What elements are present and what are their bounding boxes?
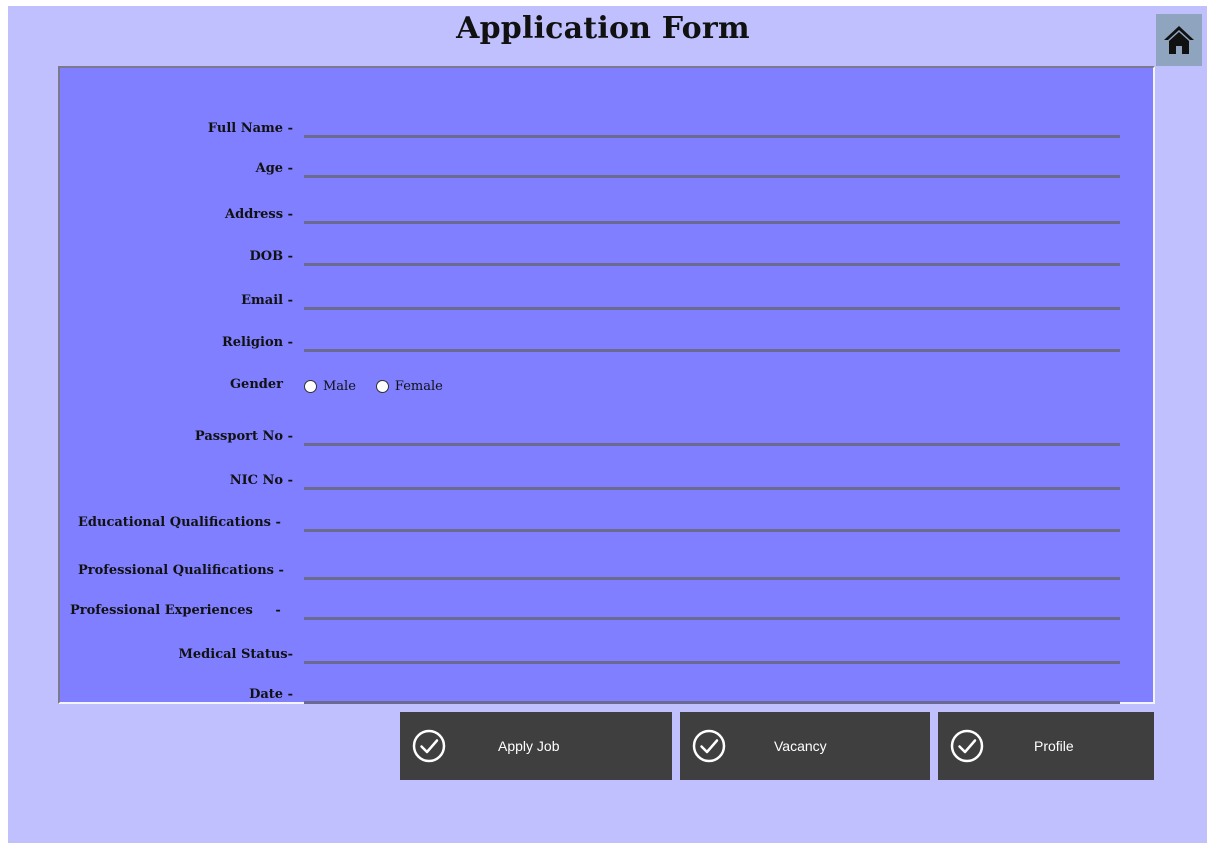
page-title: Application Form bbox=[456, 11, 750, 46]
row-educational-qualifications: Educational Qualifications - bbox=[60, 508, 1157, 532]
home-button[interactable] bbox=[1156, 14, 1202, 66]
age-field[interactable] bbox=[304, 158, 1120, 178]
passport-no-label: Passport No - bbox=[194, 429, 293, 444]
home-icon bbox=[1164, 26, 1194, 54]
educational-qualifications-field[interactable] bbox=[304, 512, 1120, 532]
gender-male-option[interactable]: Male bbox=[304, 379, 356, 394]
full-name-field[interactable] bbox=[304, 118, 1120, 138]
address-field[interactable] bbox=[304, 204, 1120, 224]
date-field[interactable] bbox=[304, 684, 1120, 704]
medical-status-label: Medical Status- bbox=[178, 647, 293, 662]
female-label: Female bbox=[394, 379, 443, 394]
email-label: Email - bbox=[241, 293, 293, 308]
nic-no-field[interactable] bbox=[304, 470, 1120, 490]
professional-qualifications-label: Professional Qualifications - bbox=[78, 563, 284, 578]
gender-radio-group: Male Female bbox=[304, 379, 443, 394]
address-label: Address - bbox=[225, 207, 293, 222]
row-address: Address - bbox=[60, 200, 1157, 224]
form-panel: Full Name - Age - Address - DOB - Email … bbox=[58, 66, 1155, 704]
check-circle-icon bbox=[950, 729, 984, 763]
apply-job-button[interactable]: Apply Job bbox=[400, 712, 672, 780]
medical-status-field[interactable] bbox=[304, 644, 1120, 664]
female-radio[interactable] bbox=[375, 380, 389, 393]
row-religion: Religion - bbox=[60, 328, 1157, 352]
date-label: Date - bbox=[249, 687, 293, 702]
passport-no-field[interactable] bbox=[304, 426, 1120, 446]
educational-qualifications-label: Educational Qualifications - bbox=[78, 515, 281, 530]
row-nic-no: NIC No - bbox=[60, 466, 1157, 490]
vacancy-label: Vacancy bbox=[774, 738, 827, 754]
profile-label: Profile bbox=[1034, 738, 1074, 754]
email-field[interactable] bbox=[304, 290, 1120, 310]
professional-qualifications-field[interactable] bbox=[304, 560, 1120, 580]
row-medical-status: Medical Status- bbox=[60, 640, 1157, 664]
application-window: Application Form Full Name - Age - Addre… bbox=[8, 6, 1207, 843]
professional-experiences-field[interactable] bbox=[304, 600, 1120, 620]
age-label: Age - bbox=[255, 161, 293, 176]
check-circle-icon bbox=[412, 729, 446, 763]
row-email: Email - bbox=[60, 286, 1157, 310]
gender-female-option[interactable]: Female bbox=[375, 379, 443, 394]
profile-button[interactable]: Profile bbox=[938, 712, 1154, 780]
religion-field[interactable] bbox=[304, 332, 1120, 352]
male-label: Male bbox=[323, 379, 356, 394]
nic-no-label: NIC No - bbox=[229, 473, 293, 488]
row-dob: DOB - bbox=[60, 242, 1157, 266]
row-professional-experiences: Professional Experiences - bbox=[60, 596, 1157, 620]
vacancy-button[interactable]: Vacancy bbox=[680, 712, 930, 780]
row-full-name: Full Name - bbox=[60, 114, 1157, 138]
apply-job-label: Apply Job bbox=[498, 738, 560, 754]
male-radio[interactable] bbox=[304, 380, 317, 393]
check-circle-icon bbox=[692, 729, 726, 763]
row-gender: Gender Male Female bbox=[60, 372, 1157, 396]
dob-label: DOB - bbox=[249, 249, 293, 264]
religion-label: Religion - bbox=[221, 335, 293, 350]
row-passport-no: Passport No - bbox=[60, 422, 1157, 446]
row-professional-qualifications: Professional Qualifications - bbox=[60, 556, 1157, 580]
row-age: Age - bbox=[60, 154, 1157, 178]
full-name-label: Full Name - bbox=[207, 121, 293, 136]
professional-experiences-label: Professional Experiences - bbox=[70, 603, 281, 618]
dob-field[interactable] bbox=[304, 246, 1120, 266]
row-date: Date - bbox=[60, 680, 1157, 704]
gender-label: Gender bbox=[229, 377, 283, 392]
